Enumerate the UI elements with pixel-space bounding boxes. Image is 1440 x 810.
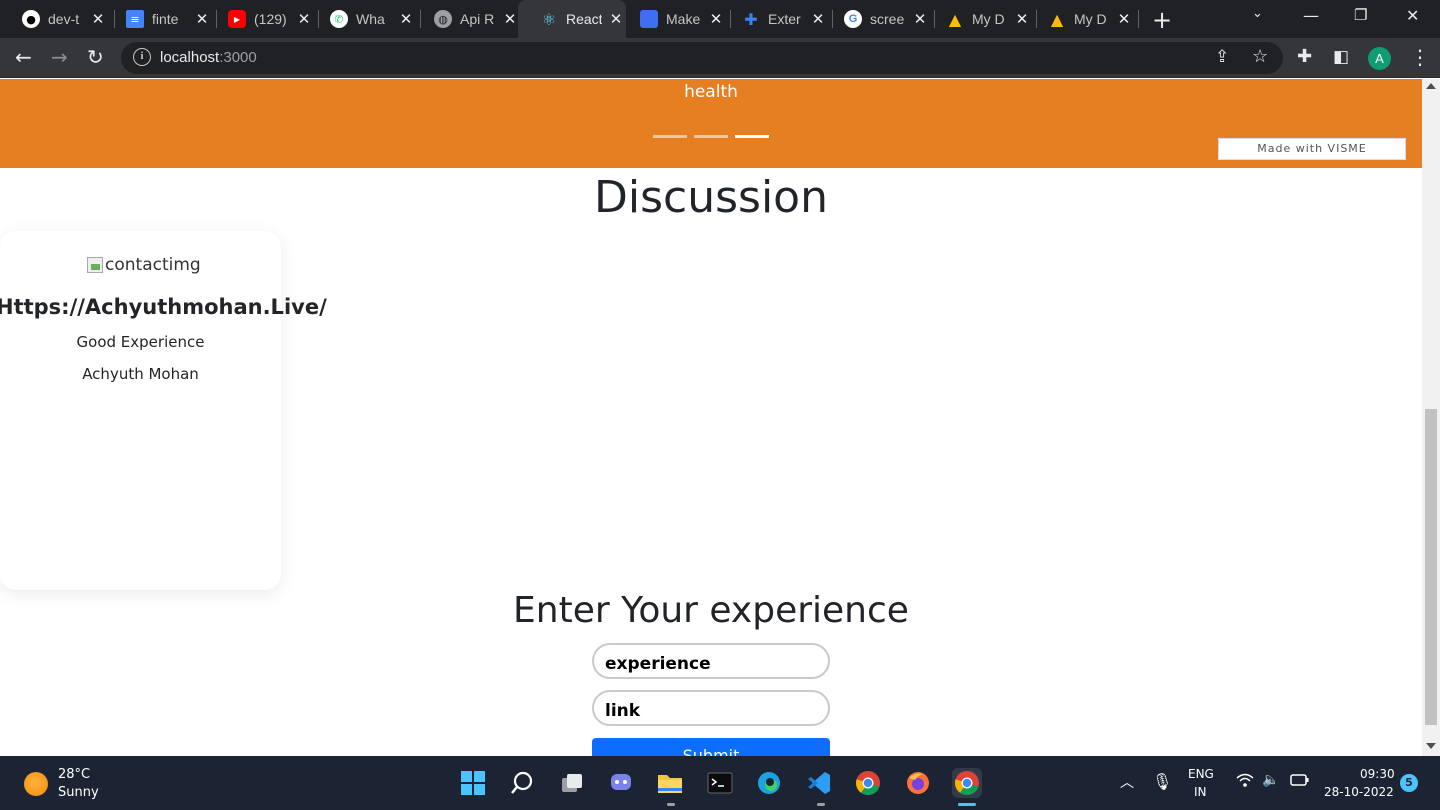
search-icon[interactable] [507,768,537,798]
banner-caption: health [684,82,738,102]
side-panel-icon[interactable]: ◧ [1333,46,1349,68]
close-window-icon[interactable]: ✕ [1406,6,1419,25]
share-icon[interactable]: ⇪ [1215,46,1229,68]
tab-docs[interactable]: ≡ finte ✕ [104,0,214,38]
windows-taskbar: 28°C Sunny ︿ 🎙 ENG IN 🔈 09:30 28-10-2022… [0,756,1440,810]
drive-icon: ▲ [1050,9,1064,29]
site-info-icon[interactable]: i [133,48,151,66]
page-scrollbar[interactable] [1422,79,1440,756]
show-hidden-icons-icon[interactable]: ︿ [1120,772,1134,792]
file-explorer-icon[interactable] [655,768,685,798]
browser-tab-strip: ● dev-t ✕ ≡ finte ✕ ▶ (129) ✕ ✆ Wha ✕ ◍ … [0,0,1440,38]
tab-extensions[interactable]: ✚ Exter ✕ [720,0,830,38]
input-language[interactable]: ENG [1188,767,1214,781]
vscode-icon[interactable] [804,768,834,798]
forward-icon[interactable]: → [51,46,68,68]
sun-weather-icon[interactable] [24,772,48,796]
profile-avatar[interactable]: A [1368,47,1391,70]
docs-icon: ≡ [126,10,144,28]
bookmark-star-icon[interactable]: ☆ [1252,46,1268,68]
minimize-icon[interactable]: — [1303,6,1319,25]
tab-make[interactable]: Make ✕ [618,0,728,38]
weather-temperature[interactable]: 28°C [58,767,90,782]
scroll-down-arrow-icon[interactable] [1426,743,1436,749]
close-tab-icon[interactable]: ✕ [1116,10,1132,28]
github-icon: ● [22,10,40,28]
carousel-dot-active[interactable] [735,135,769,138]
link-input[interactable]: link [592,690,830,726]
tab-react[interactable]: ⚛ React ✕ [518,0,626,38]
tab-drive-2[interactable]: ▲ My D ✕ [1026,0,1136,38]
tab-youtube[interactable]: ▶ (129) ✕ [206,0,316,38]
chrome-icon[interactable] [853,768,883,798]
puzzle-icon: ✚ [744,9,758,29]
tab-search-icon[interactable]: ⌄ [1252,6,1263,21]
reload-icon[interactable]: ↻ [87,46,104,68]
enter-experience-heading: Enter Your experience [513,590,909,631]
address-bar[interactable]: i localhost:3000 ⇪ ☆ [121,42,1283,74]
tab-separator [1138,10,1139,28]
discussion-heading: Discussion [594,172,828,223]
whatsapp-icon: ✆ [330,10,348,28]
url-text[interactable]: localhost:3000 [160,49,257,66]
tab-whatsapp[interactable]: ✆ Wha ✕ [308,0,418,38]
card-author: Achyuth Mohan [82,365,199,383]
tab-api[interactable]: ◍ Api R ✕ [412,0,522,38]
globe-icon: ◍ [434,10,452,28]
contact-image: contactimg [87,253,201,277]
new-tab-icon[interactable]: + [1152,6,1172,34]
teams-chat-icon[interactable] [606,768,636,798]
visme-banner: health Made with VISME [0,79,1422,168]
card-link[interactable]: Https://Achyuthmohan.Live/ [0,295,327,319]
page-viewport: health Made with VISME Discussion contac… [0,79,1422,756]
edge-browser-icon[interactable] [754,768,784,798]
tab-google[interactable]: G scree ✕ [822,0,932,38]
input-region[interactable]: IN [1194,785,1207,799]
card-experience: Good Experience [76,333,205,351]
back-icon[interactable]: ← [15,46,32,68]
submit-button[interactable]: Submit [592,738,830,756]
clock-time[interactable]: 09:30 [1360,767,1395,781]
google-icon: G [844,10,862,28]
contact-image-alt: contactimg [105,255,201,275]
carousel-indicators [653,135,769,138]
volume-icon[interactable]: 🔈 [1262,772,1279,788]
scroll-thumb[interactable] [1425,409,1437,725]
experience-input[interactable]: experience [592,643,830,679]
tab-drive-1[interactable]: ▲ My D ✕ [924,0,1034,38]
made-with-visme-badge[interactable]: Made with VISME [1218,138,1406,160]
youtube-icon: ▶ [228,10,246,28]
carousel-dot[interactable] [694,135,728,138]
start-windows-icon[interactable] [458,768,488,798]
react-icon: ⚛ [541,9,557,29]
terminal-icon[interactable] [705,768,735,798]
restore-icon[interactable]: ❐ [1354,6,1367,24]
drive-icon: ▲ [948,9,962,29]
carousel-dot[interactable] [653,135,687,138]
scroll-up-arrow-icon[interactable] [1426,83,1436,89]
app-running-indicator [817,803,825,806]
chrome-active-icon[interactable] [952,768,982,798]
menu-kebab-icon[interactable]: ⋮ [1410,46,1430,68]
docs-blue-icon [640,10,658,28]
extensions-puzzle-icon[interactable]: ✚ [1297,46,1312,68]
microphone-icon[interactable]: 🎙 [1152,772,1172,791]
notification-badge[interactable]: 5 [1400,774,1418,792]
weather-condition[interactable]: Sunny [58,785,99,800]
task-view-icon[interactable] [557,768,587,798]
app-running-indicator [667,803,675,806]
app-active-indicator [958,803,976,806]
clock-date[interactable]: 28-10-2022 [1324,785,1394,799]
close-tab-icon[interactable]: ✕ [502,10,518,28]
firefox-icon[interactable] [903,768,933,798]
tab-github[interactable]: ● dev-t ✕ [0,0,110,38]
discussion-card: contactimg Https://Achyuthmohan.Live/ Go… [0,231,327,590]
battery-icon[interactable] [1290,772,1310,792]
wifi-icon[interactable] [1236,772,1254,792]
broken-image-icon [87,257,103,273]
browser-toolbar: ← → ↻ i localhost:3000 ⇪ ☆ ✚ ◧ A ⋮ [0,38,1440,78]
